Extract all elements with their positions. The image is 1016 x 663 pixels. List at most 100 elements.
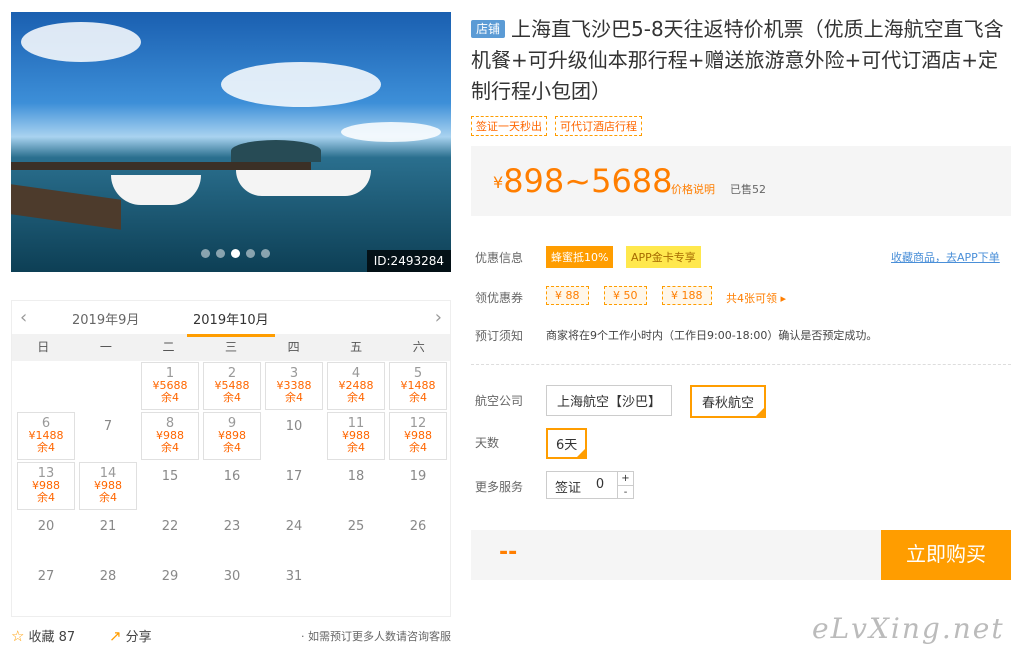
calendar-day[interactable]: 9 ¥898 余4 bbox=[203, 412, 261, 460]
sold-count: 已售52 bbox=[730, 183, 766, 196]
calendar-day[interactable]: 5 ¥1488 余4 bbox=[389, 362, 447, 410]
calendar-day: 10 bbox=[263, 411, 325, 461]
weekday: 二 bbox=[162, 340, 175, 354]
calendar-day[interactable]: 3 ¥3388 余4 bbox=[265, 362, 323, 410]
day-remaining: 余4 bbox=[161, 441, 179, 454]
day-remaining: 余4 bbox=[37, 441, 55, 454]
day-remaining: 余4 bbox=[161, 391, 179, 404]
visa-stepper: 签证 0 + - bbox=[546, 471, 634, 499]
calendar-day: 26 bbox=[387, 511, 449, 561]
calendar-day[interactable]: 12 ¥988 余4 bbox=[389, 412, 447, 460]
carousel-dot[interactable] bbox=[246, 249, 255, 258]
day-remaining: 余4 bbox=[347, 391, 365, 404]
calendar-day[interactable]: 1 ¥5688 余4 bbox=[141, 362, 199, 410]
airline-option-selected[interactable]: 春秋航空 bbox=[690, 385, 767, 418]
calendar-day: 7 bbox=[77, 411, 139, 461]
coupon[interactable]: ¥ 50 bbox=[604, 286, 647, 305]
calendar-day[interactable]: 4 ¥2488 余4 bbox=[327, 362, 385, 410]
buy-now-button[interactable]: 立即购买 bbox=[881, 530, 1011, 580]
favorite-button[interactable]: ☆ 收藏 87 bbox=[11, 626, 75, 645]
divider bbox=[471, 364, 1011, 365]
offer-chip: APP金卡专享 bbox=[626, 246, 701, 268]
calendar-day: 23 bbox=[201, 511, 263, 561]
coupon[interactable]: ¥ 88 bbox=[546, 286, 589, 305]
coupon-label: 领优惠券 bbox=[475, 291, 524, 305]
calendar-day: 17 bbox=[263, 461, 325, 511]
current-month-tab[interactable]: 2019年10月 bbox=[187, 309, 275, 337]
calendar-day[interactable]: 6 ¥1488 余4 bbox=[17, 412, 75, 460]
calendar-day[interactable]: 13 ¥988 余4 bbox=[17, 462, 75, 510]
weekday-header: 日一二三四五六 bbox=[12, 334, 450, 361]
calendar-day: 15 bbox=[139, 461, 201, 511]
decrement-button[interactable]: - bbox=[618, 486, 633, 499]
calendar-day: 29 bbox=[139, 561, 201, 611]
product-photo[interactable]: ID:2493284 bbox=[11, 12, 451, 272]
calendar-day: 31 bbox=[263, 561, 325, 611]
price-box: ¥898~5688 价格说明 已售52 bbox=[471, 146, 1011, 216]
weekday: 四 bbox=[287, 340, 300, 354]
notice-text: 商家将在9个工作小时内（工作日9:00-18:00）确认是否预定成功。 bbox=[546, 329, 878, 342]
feature-tags: 签证一天秒出 可代订酒店行程 bbox=[471, 116, 642, 136]
visa-label: 签证 bbox=[555, 481, 582, 496]
calendar-grid: 1 ¥5688 余4 2 ¥5488 余4 3 ¥3388 余4 4 ¥2488 余4 5 ¥1488 余4… bbox=[12, 361, 450, 611]
carousel-dot-active[interactable] bbox=[231, 249, 240, 258]
day-number: 27 bbox=[37, 569, 55, 584]
visa-quantity[interactable]: 0 bbox=[589, 472, 611, 498]
calendar-day[interactable]: 14 ¥988 余4 bbox=[79, 462, 137, 510]
day-remaining: 余4 bbox=[347, 441, 365, 454]
weekday: 一 bbox=[99, 340, 112, 354]
day-number: 29 bbox=[161, 569, 179, 584]
day-number: 30 bbox=[223, 569, 241, 584]
calendar-day[interactable]: 8 ¥988 余4 bbox=[141, 412, 199, 460]
day-remaining: 余4 bbox=[37, 491, 55, 504]
day-number: 19 bbox=[409, 469, 427, 484]
weekday: 五 bbox=[350, 340, 363, 354]
services-label: 更多服务 bbox=[475, 480, 524, 494]
collect-link[interactable]: 收藏商品，去APP下单 bbox=[891, 249, 1000, 265]
calendar-day: 20 bbox=[15, 511, 77, 561]
price-explain-link[interactable]: 价格说明 bbox=[671, 181, 715, 197]
dock bbox=[11, 184, 121, 230]
star-icon: ☆ bbox=[11, 627, 25, 645]
product-title: 店铺 上海直飞沙巴5-8天往返特价机票（优质上海航空直飞含机餐+可升级仙本那行程+… bbox=[471, 14, 1006, 107]
coupon[interactable]: ¥ 188 bbox=[662, 286, 712, 305]
prev-month-tab[interactable]: 2019年9月 bbox=[72, 309, 139, 328]
carousel-dot[interactable] bbox=[201, 249, 210, 258]
calendar-day: 22 bbox=[139, 511, 201, 561]
cloud bbox=[21, 22, 141, 62]
calendar-blank bbox=[15, 361, 77, 411]
total-price: -- bbox=[499, 540, 518, 565]
airline-option[interactable]: 上海航空【沙巴】 bbox=[546, 385, 673, 416]
days-label: 天数 bbox=[475, 436, 500, 450]
more-coupons-link[interactable]: 共4张可领 ▸ bbox=[726, 290, 786, 306]
calendar-day: 28 bbox=[77, 561, 139, 611]
calendar-day[interactable]: 2 ¥5488 余4 bbox=[203, 362, 261, 410]
carousel-dot[interactable] bbox=[216, 249, 225, 258]
day-remaining: 余4 bbox=[223, 441, 241, 454]
boat bbox=[111, 175, 201, 205]
calendar-blank bbox=[77, 361, 139, 411]
carousel-dots[interactable] bbox=[201, 249, 270, 258]
carousel-dot[interactable] bbox=[261, 249, 270, 258]
contact-note[interactable]: · 如需预订更多人数请咨询客服 bbox=[301, 628, 451, 644]
share-button[interactable]: ↗ 分享 bbox=[109, 626, 152, 645]
day-number: 26 bbox=[409, 519, 427, 534]
next-month-arrow[interactable]: › bbox=[435, 307, 442, 328]
calendar-day: 16 bbox=[201, 461, 263, 511]
footer-actions: ☆ 收藏 87 ↗ 分享 · 如需预订更多人数请咨询客服 bbox=[11, 626, 451, 646]
day-number: 25 bbox=[347, 519, 365, 534]
prev-month-arrow[interactable]: ‹ bbox=[20, 307, 27, 328]
price-calendar: ‹ 2019年9月 2019年10月 › 日 一 二 三 四 五 六 1 ¥5688 余4 2 ¥5… bbox=[11, 300, 451, 617]
share-label: 分享 bbox=[125, 630, 152, 645]
increment-button[interactable]: + bbox=[618, 472, 633, 486]
day-number: 16 bbox=[223, 469, 241, 484]
calendar-day: 19 bbox=[387, 461, 449, 511]
cloud bbox=[221, 62, 381, 107]
shop-tag[interactable]: 店铺 bbox=[471, 20, 506, 38]
calendar-day[interactable]: 11 ¥988 余4 bbox=[327, 412, 385, 460]
day-remaining: 余4 bbox=[285, 391, 303, 404]
day-number: 28 bbox=[99, 569, 117, 584]
calendar-day: 30 bbox=[201, 561, 263, 611]
buy-bar: -- bbox=[471, 530, 881, 580]
days-option-selected[interactable]: 6天 bbox=[546, 428, 588, 459]
